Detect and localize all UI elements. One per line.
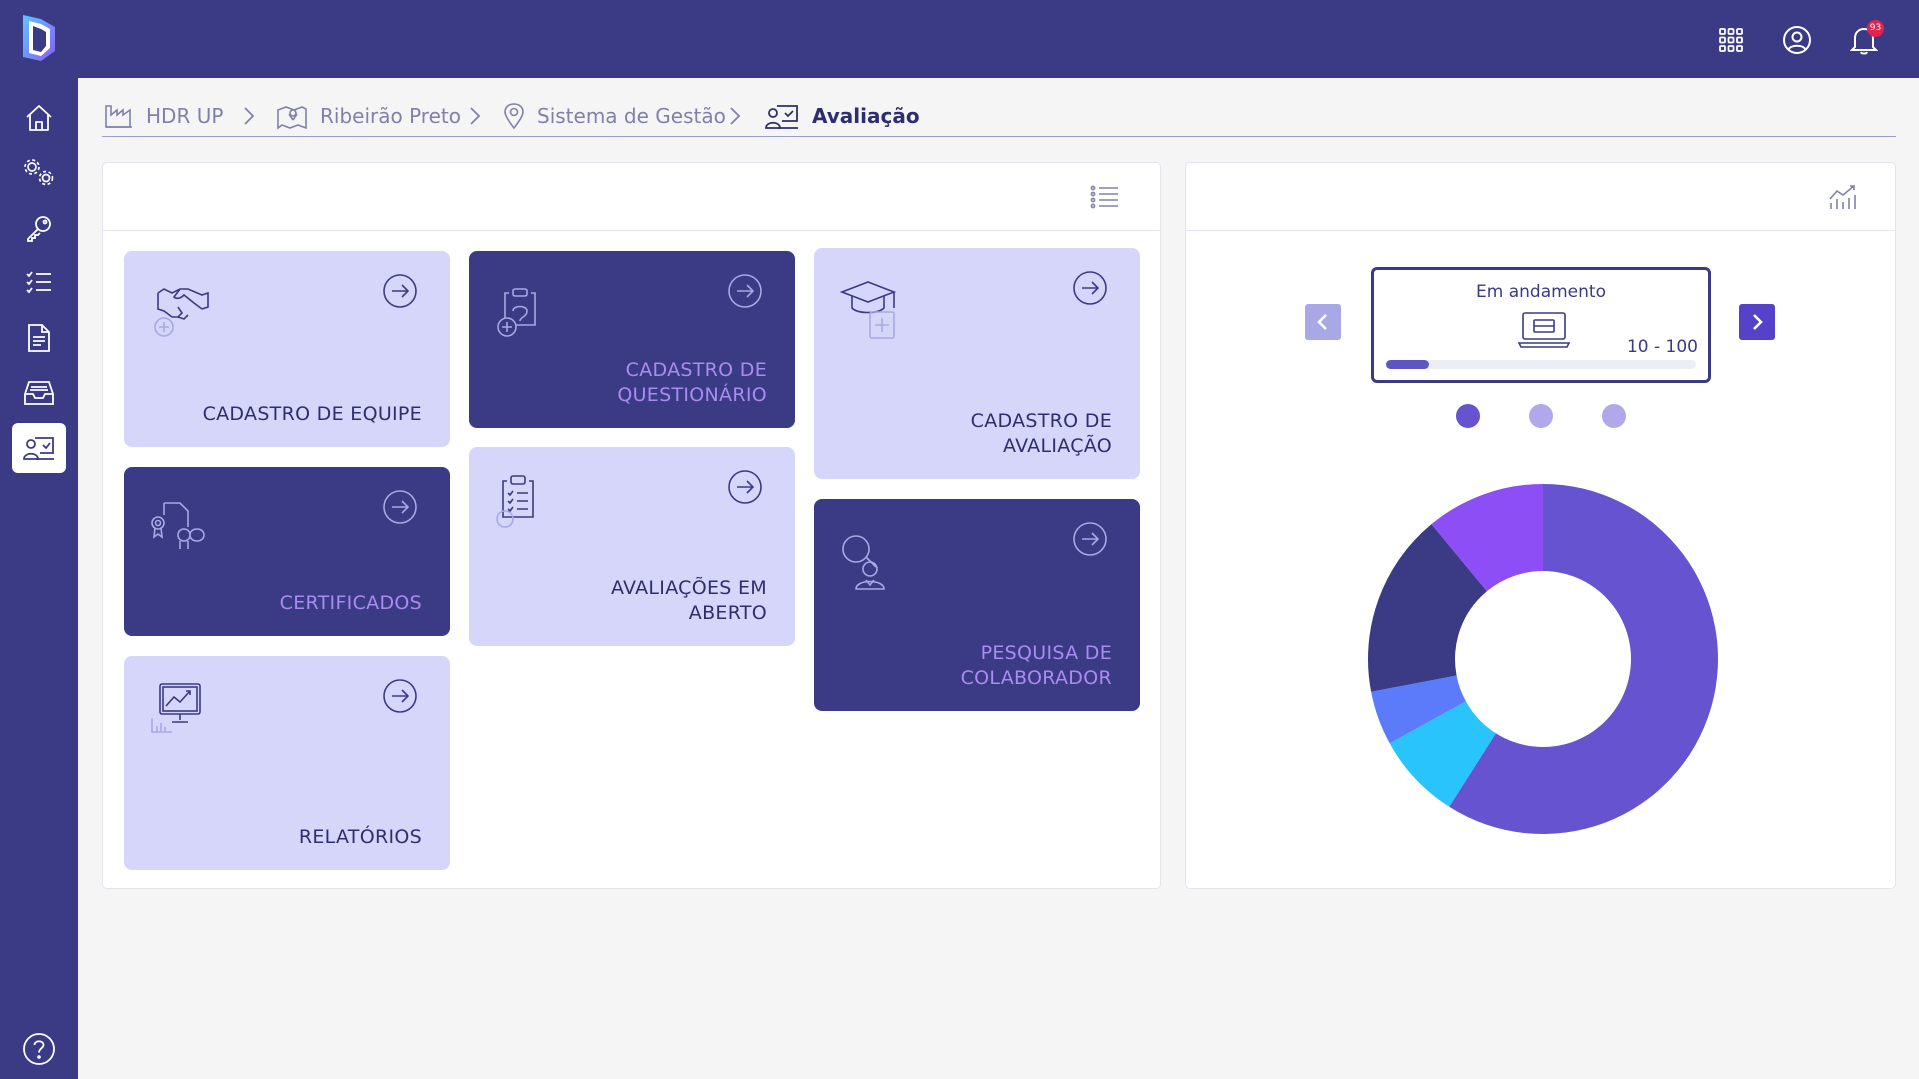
card-label: RELATÓRIOS	[298, 826, 422, 848]
donut-chart	[1368, 484, 1718, 834]
card-cadastro-questionario[interactable]: CADASTRO DE QUESTIONÁRIO	[469, 251, 795, 428]
monitor-chart-icon	[151, 683, 201, 733]
arrow-right-circle-icon[interactable]	[382, 678, 418, 714]
breadcrumb-label: HDR UP	[146, 104, 224, 128]
card-label: PESQUISA DE COLABORADOR	[960, 642, 1112, 689]
person-search-icon	[842, 535, 885, 590]
panel-header	[103, 163, 1160, 231]
chevron-right-icon	[1753, 314, 1763, 330]
sidebar-item-evaluation[interactable]	[12, 423, 66, 473]
breadcrumb-item-city[interactable]: Ribeirão Preto	[276, 101, 461, 131]
inbox-icon	[24, 381, 54, 405]
evaluation-icon	[765, 105, 798, 129]
arrow-right-circle-icon[interactable]	[1072, 521, 1108, 557]
help-icon	[23, 1033, 55, 1065]
card-avaliacoes-aberto[interactable]: AVALIAÇÕES EM ABERTO	[469, 447, 795, 646]
card-label: CADASTRO DE EQUIPE	[202, 403, 422, 425]
clipboard-checklist-icon	[496, 475, 534, 528]
breadcrumb-label: Ribeirão Preto	[320, 104, 461, 128]
apps-grid-icon[interactable]	[1713, 22, 1749, 58]
breadcrumb-label: Sistema de Gestão	[537, 104, 726, 128]
card-label: CERTIFICADOS	[279, 592, 422, 614]
notifications-bell-icon[interactable]: 93	[1846, 20, 1884, 58]
sidebar	[0, 78, 78, 1079]
list-view-icon[interactable]	[1090, 185, 1120, 209]
card-cadastro-equipe[interactable]: CADASTRO DE EQUIPE	[124, 251, 450, 447]
sidebar-item-access[interactable]	[12, 203, 66, 253]
card-certificados[interactable]: CERTIFICADOS	[124, 467, 450, 636]
chevron-right-icon	[244, 107, 255, 125]
card-label: CADASTRO DE AVALIAÇÃO	[970, 410, 1112, 457]
sidebar-item-help[interactable]	[12, 1024, 66, 1074]
key-icon	[27, 216, 51, 242]
sidebar-item-settings[interactable]	[12, 148, 66, 198]
carousel-next-button[interactable]	[1739, 304, 1775, 340]
dashboard-panel: Em andamento 10 - 100	[1185, 162, 1896, 889]
top-bar: 93	[0, 0, 1919, 78]
notifications-badge: 93	[1867, 20, 1884, 37]
modules-panel: CADASTRO DE EQUIPE CADASTRO DE QUESTIONÁ…	[102, 162, 1161, 889]
chevron-left-icon	[1317, 314, 1327, 330]
card-relatorios[interactable]: RELATÓRIOS	[124, 656, 450, 870]
sidebar-item-checklist[interactable]	[12, 258, 66, 308]
carousel-dot-3[interactable]	[1602, 404, 1626, 428]
breadcrumb-label: Avaliação	[812, 104, 920, 128]
breadcrumb-item-current: Avaliação	[764, 101, 920, 131]
clipboard-add-icon	[497, 288, 536, 337]
carousel-prev-button[interactable]	[1305, 304, 1341, 340]
card-label: CADASTRO DE QUESTIONÁRIO	[617, 359, 767, 406]
app-logo[interactable]	[19, 13, 59, 63]
status-card[interactable]: Em andamento 10 - 100	[1371, 267, 1711, 383]
gears-icon	[24, 159, 54, 186]
breadcrumb-item-company[interactable]: HDR UP	[104, 101, 223, 131]
map-pin-icon	[277, 106, 307, 130]
certificate-icon	[151, 502, 205, 549]
progress-bar	[1386, 360, 1696, 369]
arrow-right-circle-icon[interactable]	[727, 469, 763, 505]
card-cadastro-avaliacao[interactable]: CADASTRO DE AVALIAÇÃO	[814, 248, 1140, 479]
chevron-right-icon	[470, 107, 481, 125]
handshake-icon	[154, 288, 209, 337]
status-title: Em andamento	[1476, 282, 1606, 302]
sidebar-item-documents[interactable]	[12, 313, 66, 363]
document-icon	[28, 324, 50, 352]
chevron-right-icon	[730, 107, 741, 125]
evaluation-icon	[23, 437, 54, 460]
card-label: AVALIAÇÕES EM ABERTO	[610, 577, 767, 624]
card-pesquisa-colaborador[interactable]: PESQUISA DE COLABORADOR	[814, 499, 1140, 711]
chart-view-icon[interactable]	[1827, 183, 1857, 211]
arrow-right-circle-icon[interactable]	[382, 489, 418, 525]
user-profile-icon[interactable]	[1779, 22, 1815, 58]
panel-header	[1186, 163, 1895, 231]
checklist-icon	[26, 271, 51, 294]
arrow-right-circle-icon[interactable]	[382, 273, 418, 309]
carousel-dot-2[interactable]	[1529, 404, 1553, 428]
sidebar-item-inbox[interactable]	[12, 368, 66, 418]
laptop-icon	[1517, 312, 1571, 348]
location-pin-icon	[504, 103, 524, 130]
graduation-cap-icon	[840, 281, 897, 339]
factory-icon	[105, 105, 132, 128]
breadcrumb: HDR UP Ribeirão Preto Sistema de Gestão …	[102, 97, 1896, 137]
arrow-right-circle-icon[interactable]	[727, 273, 763, 309]
status-range: 10 - 100	[1626, 337, 1698, 357]
sidebar-item-home[interactable]	[12, 93, 66, 143]
arrow-right-circle-icon[interactable]	[1072, 270, 1108, 306]
home-icon	[26, 105, 52, 131]
carousel-dot-1[interactable]	[1456, 404, 1480, 428]
progress-fill	[1386, 360, 1430, 369]
breadcrumb-item-system[interactable]: Sistema de Gestão	[503, 101, 726, 131]
